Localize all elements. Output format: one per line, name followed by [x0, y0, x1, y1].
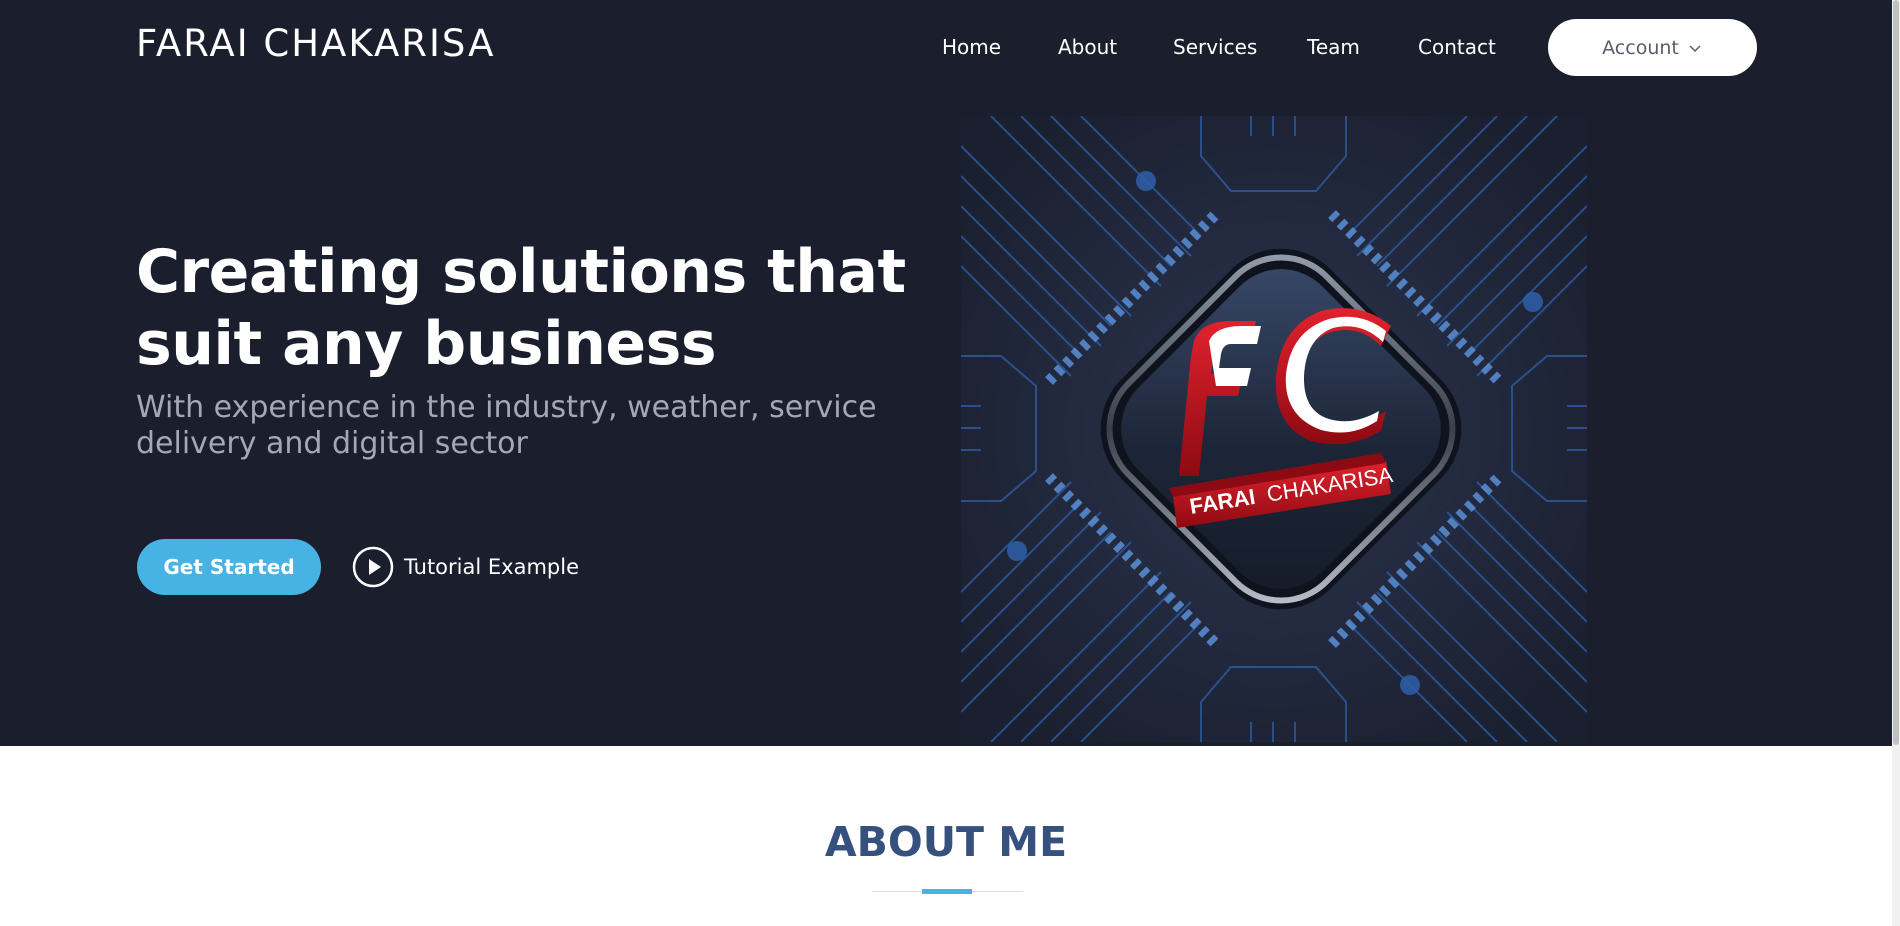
account-dropdown-button[interactable]: Account — [1548, 19, 1757, 76]
section-divider — [872, 888, 1023, 894]
site-header: FARAI CHAKARISA Home About Services Team… — [0, 0, 1900, 95]
about-section-title: ABOUT ME — [824, 818, 1068, 866]
scrollbar-thumb[interactable] — [1893, 0, 1899, 745]
nav-home[interactable]: Home — [942, 35, 1001, 59]
hero-logo-graphic: FARAI CHAKARISA — [961, 116, 1587, 742]
hero-subline: With experience in the industry, weather… — [136, 390, 877, 461]
nav-contact[interactable]: Contact — [1418, 35, 1496, 59]
account-label: Account — [1602, 36, 1679, 59]
chevron-down-icon — [1689, 44, 1701, 52]
tutorial-label: Tutorial Example — [404, 555, 579, 579]
nav-about[interactable]: About — [1058, 35, 1117, 59]
play-icon — [352, 546, 394, 588]
hero-section: FARAI CHAKARISA Home About Services Team… — [0, 0, 1900, 746]
divider-accent — [922, 889, 972, 894]
page-scrollbar[interactable] — [1892, 0, 1900, 926]
nav-services[interactable]: Services — [1173, 35, 1257, 59]
hero-headline: Creating solutions that suit any busines… — [136, 237, 906, 379]
nav-team[interactable]: Team — [1307, 35, 1360, 59]
get-started-button[interactable]: Get Started — [137, 539, 321, 595]
page: FARAI CHAKARISA Home About Services Team… — [0, 0, 1900, 926]
tutorial-example-link[interactable]: Tutorial Example — [352, 546, 579, 588]
